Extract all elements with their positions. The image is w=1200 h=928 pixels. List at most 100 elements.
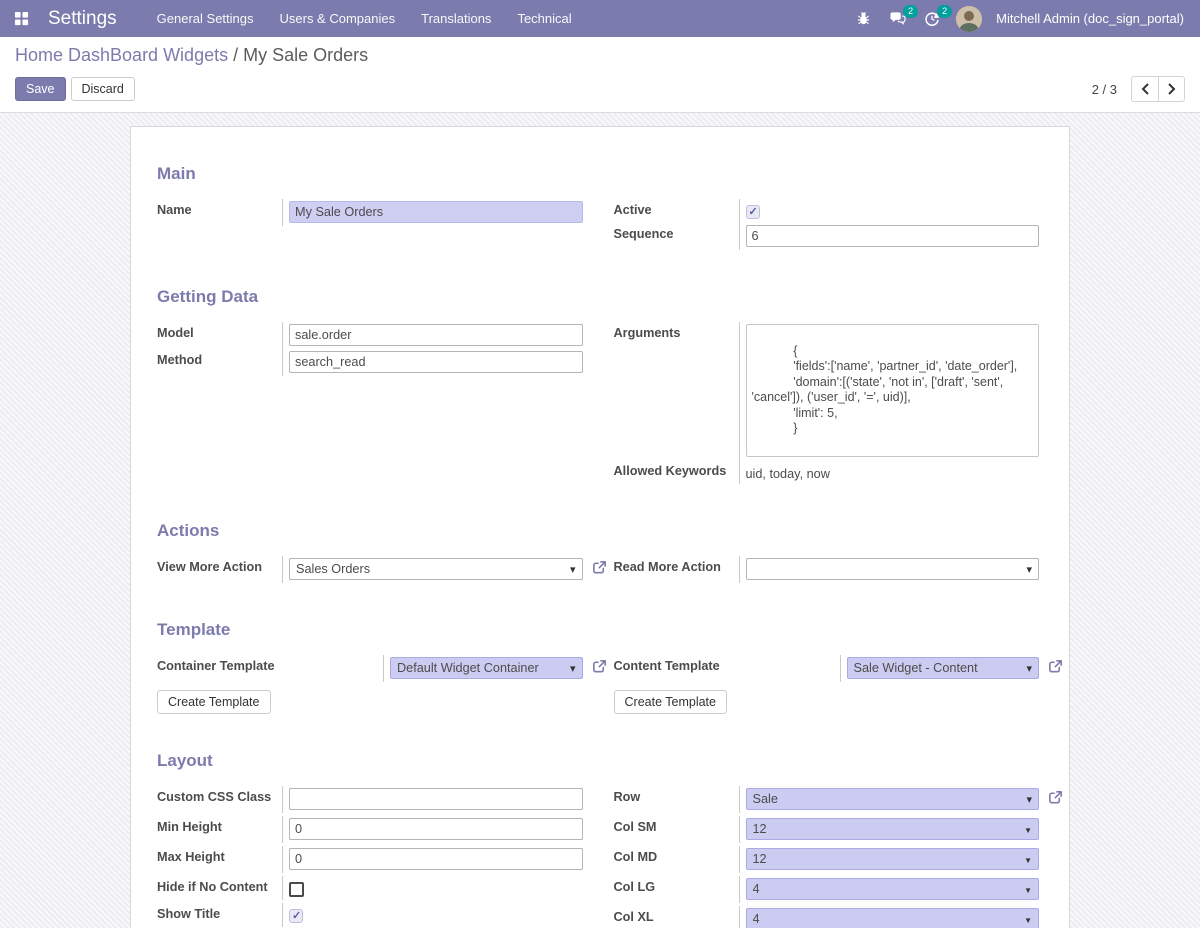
read-more-action-select[interactable] [746, 558, 1040, 580]
create-content-template-button[interactable]: Create Template [614, 690, 728, 714]
row-external-link-icon[interactable] [1047, 789, 1065, 807]
content-template-select[interactable]: Sale Widget - Content [847, 657, 1040, 679]
sequence-input[interactable] [746, 225, 1040, 247]
field-row-min-height: Min Height [157, 816, 583, 843]
col-lg-select[interactable]: 4 [746, 878, 1040, 900]
field-row-view-more-action: View More Action Sales Orders [157, 556, 583, 583]
view-more-action-label: View More Action [157, 556, 282, 579]
allowed-keywords-value: uid, today, now [746, 463, 830, 481]
menu-general-settings[interactable]: General Settings [157, 11, 254, 26]
row-label: Row [614, 786, 739, 809]
model-input[interactable] [289, 324, 583, 346]
field-row-hide-if-no-content: Hide if No Content [157, 876, 583, 900]
hide-if-no-content-label: Hide if No Content [157, 876, 282, 899]
active-label: Active [614, 199, 739, 222]
field-row-show-title: Show Title [157, 903, 583, 927]
apps-grid-icon[interactable] [8, 6, 34, 32]
field-row-active: Active [614, 199, 1040, 223]
pager: 2 / 3 [1092, 76, 1185, 102]
create-container-template-button[interactable]: Create Template [157, 690, 271, 714]
read-more-action-label: Read More Action [614, 556, 739, 579]
content-template-label: Content Template [614, 655, 840, 678]
discard-button[interactable]: Discard [71, 77, 135, 101]
messages-icon[interactable]: 2 [887, 9, 908, 28]
section-getting-data-title: Getting Data [157, 287, 1039, 307]
breadcrumb-current: My Sale Orders [243, 45, 368, 65]
active-checkbox[interactable] [746, 205, 760, 219]
messages-badge: 2 [903, 5, 918, 18]
top-menu: General Settings Users & Companies Trans… [157, 11, 572, 26]
pager-count: 2 / 3 [1092, 82, 1117, 97]
form-sheet: Main Name Active Sequ [130, 126, 1070, 928]
field-row-content-template: Content Template Sale Widget - Content [614, 655, 1040, 682]
container-template-external-link-icon[interactable] [591, 658, 609, 676]
hide-if-no-content-checkbox[interactable] [289, 882, 304, 897]
field-row-col-lg: Col LG 4 [614, 876, 1040, 903]
show-title-label: Show Title [157, 903, 282, 926]
col-xl-label: Col XL [614, 906, 739, 928]
field-row-container-template: Container Template Default Widget Contai… [157, 655, 583, 682]
col-md-label: Col MD [614, 846, 739, 869]
col-sm-label: Col SM [614, 816, 739, 839]
container-template-label: Container Template [157, 655, 383, 678]
field-row-col-sm: Col SM 12 [614, 816, 1040, 843]
menu-technical[interactable]: Technical [517, 11, 571, 26]
save-button[interactable]: Save [15, 77, 66, 101]
col-lg-label: Col LG [614, 876, 739, 899]
section-layout-title: Layout [157, 751, 1039, 771]
min-height-label: Min Height [157, 816, 282, 839]
user-menu[interactable]: Mitchell Admin (doc_sign_portal) [996, 11, 1184, 26]
content-template-external-link-icon[interactable] [1047, 658, 1065, 676]
field-row-row: Row Sale [614, 786, 1040, 813]
view-more-action-external-link-icon[interactable] [591, 559, 609, 577]
arguments-textarea[interactable]: { 'fields':['name', 'partner_id', 'date_… [746, 324, 1040, 457]
field-row-sequence: Sequence [614, 223, 1040, 250]
breadcrumb-separator: / [233, 45, 243, 65]
control-panel: Home DashBoard Widgets / My Sale Orders … [0, 37, 1200, 112]
section-main: Main Name Active Sequ [157, 164, 1039, 250]
debug-bug-icon[interactable] [854, 9, 873, 28]
row-select[interactable]: Sale [746, 788, 1040, 810]
show-title-checkbox[interactable] [289, 909, 303, 923]
pager-next-button[interactable] [1158, 76, 1185, 102]
top-navbar: Settings General Settings Users & Compan… [0, 0, 1200, 37]
field-row-method: Method [157, 349, 583, 376]
view-more-action-select[interactable]: Sales Orders [289, 558, 583, 580]
custom-css-input[interactable] [289, 788, 583, 810]
section-template-title: Template [157, 620, 1039, 640]
name-input[interactable] [289, 201, 583, 223]
section-main-title: Main [157, 164, 1039, 184]
container-template-select[interactable]: Default Widget Container [390, 657, 583, 679]
breadcrumb-parent-link[interactable]: Home DashBoard Widgets [15, 45, 228, 65]
method-input[interactable] [289, 351, 583, 373]
field-row-read-more-action: Read More Action [614, 556, 1040, 583]
max-height-input[interactable] [289, 848, 583, 870]
model-label: Model [157, 322, 282, 345]
menu-users-companies[interactable]: Users & Companies [280, 11, 396, 26]
activity-badge: 2 [937, 5, 952, 18]
field-row-col-xl: Col XL 4 [614, 906, 1040, 928]
name-label: Name [157, 199, 282, 222]
section-actions-title: Actions [157, 521, 1039, 541]
breadcrumb: Home DashBoard Widgets / My Sale Orders [15, 45, 1185, 66]
method-label: Method [157, 349, 282, 372]
col-md-select[interactable]: 12 [746, 848, 1040, 870]
field-row-custom-css: Custom CSS Class [157, 786, 583, 813]
col-sm-select[interactable]: 12 [746, 818, 1040, 840]
arguments-label: Arguments [614, 322, 739, 345]
menu-translations[interactable]: Translations [421, 11, 491, 26]
max-height-label: Max Height [157, 846, 282, 869]
section-template: Template Container Template Default Widg… [157, 620, 1039, 714]
col-xl-select[interactable]: 4 [746, 908, 1040, 928]
pager-previous-button[interactable] [1131, 76, 1158, 102]
min-height-input[interactable] [289, 818, 583, 840]
custom-css-label: Custom CSS Class [157, 786, 282, 809]
section-layout: Layout Custom CSS Class Min Height [157, 751, 1039, 928]
activity-clock-icon[interactable]: 2 [922, 9, 942, 29]
container-create-template-row: Create Template [157, 690, 583, 714]
field-row-name: Name [157, 199, 583, 226]
field-row-allowed-keywords: Allowed Keywords uid, today, now [614, 460, 1040, 484]
app-title[interactable]: Settings [48, 8, 117, 30]
allowed-keywords-label: Allowed Keywords [614, 460, 739, 483]
user-avatar[interactable] [956, 6, 982, 32]
